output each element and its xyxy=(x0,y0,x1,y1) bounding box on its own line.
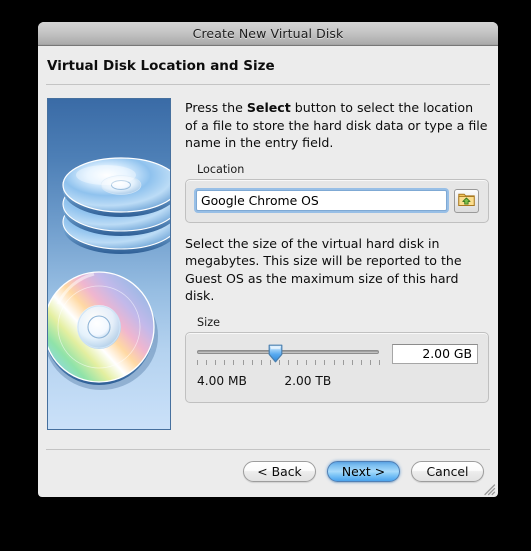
slider-tick xyxy=(269,359,271,365)
slider-tick xyxy=(206,359,208,365)
slider-tick xyxy=(369,359,371,365)
slider-tick xyxy=(351,359,353,365)
slider-tick xyxy=(379,359,380,365)
slider-tick-marks xyxy=(197,359,380,367)
window-title: Create New Virtual Disk xyxy=(192,26,344,41)
slider-tick xyxy=(306,359,308,365)
window-titlebar[interactable]: Create New Virtual Disk xyxy=(38,22,498,46)
slider-min-label: 4.00 MB xyxy=(197,373,247,388)
slider-tick xyxy=(360,359,362,365)
size-value-input[interactable] xyxy=(392,343,478,364)
slider-tick xyxy=(297,359,299,365)
location-group-box xyxy=(185,178,489,223)
slider-tick xyxy=(197,359,198,365)
size-group-box: 4.00 MB 2.00 TB xyxy=(185,331,489,403)
dialog-body: Press the Select button to select the lo… xyxy=(38,85,498,430)
slider-tick xyxy=(333,359,335,365)
slider-tick xyxy=(342,359,344,365)
dialog-button-bar: < Back Next > Cancel xyxy=(38,450,498,482)
heading-area: Virtual Disk Location and Size xyxy=(38,46,498,85)
slider-track[interactable] xyxy=(197,344,379,362)
slider-tick xyxy=(242,359,244,365)
slider-tick xyxy=(260,359,262,365)
slider-tick xyxy=(251,359,253,365)
location-row xyxy=(196,188,479,213)
create-new-virtual-disk-window: Create New Virtual Disk Virtual Disk Loc… xyxy=(38,22,498,497)
slider-tick xyxy=(315,359,317,365)
location-instructions-part1: Press the xyxy=(185,100,247,115)
size-slider[interactable]: 4.00 MB 2.00 TB xyxy=(197,344,380,390)
dialog-content-column: Press the Select button to select the lo… xyxy=(185,98,489,430)
slider-tick xyxy=(288,359,289,365)
location-instructions: Press the Select button to select the lo… xyxy=(185,99,489,152)
slider-tick xyxy=(278,359,280,365)
browse-location-button[interactable] xyxy=(454,188,479,213)
slider-tick xyxy=(215,359,217,365)
resize-grip[interactable] xyxy=(482,481,496,496)
cancel-button[interactable]: Cancel xyxy=(411,461,484,482)
folder-up-icon xyxy=(458,192,475,210)
slider-groove xyxy=(197,349,379,354)
cd-disc-artwork xyxy=(47,98,171,430)
size-instructions: Select the size of the virtual hard disk… xyxy=(185,235,462,304)
slider-tick xyxy=(233,359,235,365)
location-group-label: Location xyxy=(197,162,245,176)
location-input[interactable] xyxy=(196,190,447,211)
size-group-label: Size xyxy=(197,315,220,329)
slider-range-labels: 4.00 MB 2.00 TB xyxy=(197,374,379,390)
slider-max-label: 2.00 TB xyxy=(284,373,332,388)
select-keyword: Select xyxy=(246,100,291,115)
page-title: Virtual Disk Location and Size xyxy=(47,58,275,74)
back-button[interactable]: < Back xyxy=(243,461,316,482)
slider-tick xyxy=(224,359,226,365)
next-button[interactable]: Next > xyxy=(327,461,400,482)
slider-tick xyxy=(324,359,326,365)
size-slider-row: 4.00 MB 2.00 TB xyxy=(197,343,478,390)
